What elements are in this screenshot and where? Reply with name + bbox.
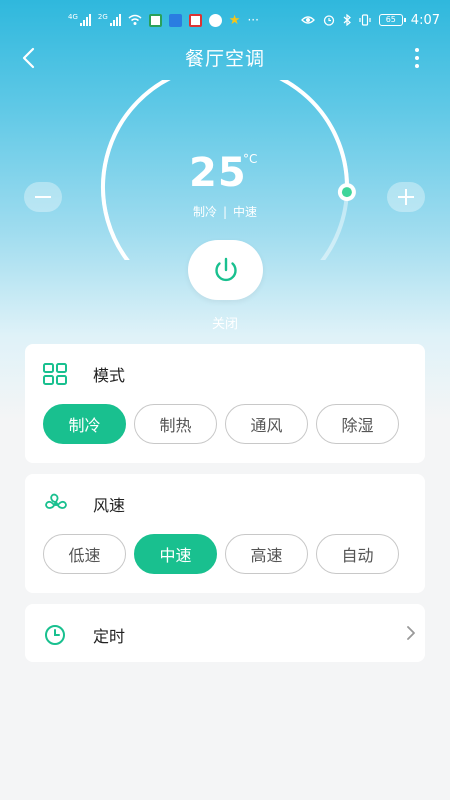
current-speed: 中速 bbox=[233, 205, 258, 219]
battery-icon: 65 bbox=[378, 14, 406, 26]
speed-card-header: 风速 bbox=[43, 492, 125, 516]
power-button[interactable] bbox=[188, 240, 263, 300]
more-notifications-icon: ··· bbox=[247, 13, 259, 27]
mode-option-cool[interactable]: 制冷 bbox=[43, 404, 126, 444]
app-notification-icon bbox=[168, 13, 182, 27]
app-header: 餐厅空调 bbox=[0, 40, 450, 74]
wifi-icon bbox=[128, 14, 142, 25]
mode-card-header: 模式 bbox=[43, 362, 125, 386]
more-vertical-icon bbox=[415, 48, 419, 52]
speed-option-auto[interactable]: 自动 bbox=[316, 534, 399, 574]
timer-card[interactable]: 定时 bbox=[25, 604, 425, 662]
status-left: 4G 2G ★ ··· bbox=[68, 13, 259, 28]
signal-icon: 4G bbox=[68, 14, 91, 26]
app-notification-icon bbox=[208, 13, 222, 27]
mode-options: 制冷 制热 通风 除湿 bbox=[43, 404, 399, 444]
speed-option-high[interactable]: 高速 bbox=[225, 534, 308, 574]
network-type-label: 4G bbox=[68, 13, 78, 21]
network-type-label: 2G bbox=[97, 13, 108, 21]
speed-title: 风速 bbox=[93, 496, 126, 515]
clock-icon bbox=[45, 625, 65, 645]
mode-option-fan[interactable]: 通风 bbox=[225, 404, 308, 444]
speed-card: 风速 低速 中速 高速 自动 bbox=[25, 474, 425, 593]
page-title: 餐厅空调 bbox=[184, 48, 265, 70]
separator: | bbox=[222, 205, 228, 219]
power-icon bbox=[214, 257, 237, 282]
alarm-icon bbox=[323, 15, 334, 26]
status-bar: 4G 2G ★ ··· 65 4:07 bbox=[0, 0, 450, 40]
battery-level: 65 bbox=[385, 15, 396, 24]
clock-time: 4:07 bbox=[410, 12, 440, 28]
vibrate-icon bbox=[359, 14, 371, 26]
increase-temp-button[interactable] bbox=[387, 182, 425, 212]
status-right: 65 4:07 bbox=[300, 12, 440, 28]
decrease-temp-button[interactable] bbox=[24, 182, 62, 212]
power-label: 关闭 bbox=[211, 317, 238, 332]
mode-title: 模式 bbox=[93, 366, 126, 385]
minus-icon bbox=[35, 196, 51, 198]
temperature-unit: °C bbox=[243, 152, 258, 166]
app-notification-icon bbox=[188, 13, 202, 27]
current-mode: 制冷 bbox=[192, 205, 217, 219]
temperature-display: 25 °C bbox=[189, 150, 257, 196]
timer-card-header: 定时 bbox=[43, 623, 125, 647]
signal-icon: 2G bbox=[98, 14, 121, 26]
timer-title: 定时 bbox=[93, 627, 126, 646]
mode-option-dry[interactable]: 除湿 bbox=[316, 404, 399, 444]
speed-option-medium[interactable]: 中速 bbox=[134, 534, 217, 574]
mode-card: 模式 制冷 制热 通风 除湿 bbox=[25, 344, 425, 463]
grid-icon bbox=[43, 363, 67, 385]
star-icon: ★ bbox=[228, 12, 241, 28]
app-notification-icon bbox=[148, 13, 162, 27]
mode-option-heat[interactable]: 制热 bbox=[134, 404, 217, 444]
temperature-value: 25 bbox=[189, 150, 247, 196]
eye-icon bbox=[300, 16, 315, 24]
speed-option-low[interactable]: 低速 bbox=[43, 534, 126, 574]
current-state: 制冷 | 中速 bbox=[0, 203, 450, 220]
speed-options: 低速 中速 高速 自动 bbox=[43, 534, 399, 574]
bluetooth-icon bbox=[343, 14, 351, 26]
chevron-right-icon bbox=[403, 624, 419, 642]
fan-icon bbox=[45, 493, 67, 509]
more-button[interactable] bbox=[410, 44, 424, 72]
